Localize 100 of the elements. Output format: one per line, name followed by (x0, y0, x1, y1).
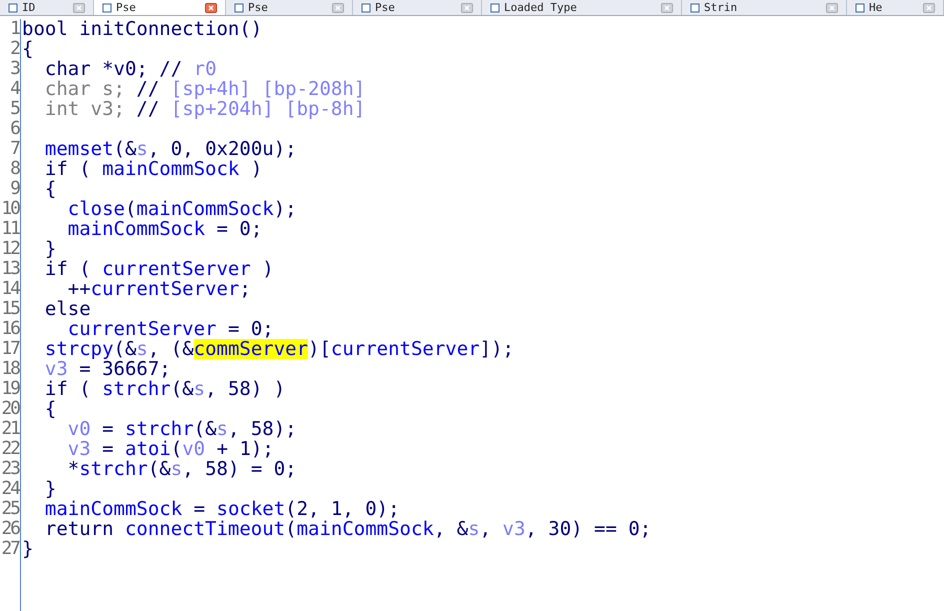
code-token: if ( (44, 259, 92, 279)
line-number: 12 (1, 239, 20, 259)
code-token: , 0, 0x200u); (148, 139, 297, 159)
tab[interactable]: Pse (94, 0, 226, 15)
code-token: , (& (148, 339, 194, 359)
close-icon[interactable] (923, 2, 935, 12)
line-number: 22 (1, 439, 20, 459)
close-icon[interactable] (205, 2, 217, 12)
line-number: 8 (10, 159, 20, 179)
code-token: + 1); (216, 439, 274, 459)
code-token: ]); (480, 339, 514, 359)
line-number: 16 (1, 319, 20, 339)
code-token: connectTimeout (124, 519, 286, 539)
code-token: s (136, 339, 148, 359)
code-token: } (22, 539, 34, 559)
code-token: )[ (308, 339, 331, 359)
code-token: * (68, 459, 80, 479)
code-token: [sp+204h] [bp-8h] (170, 99, 366, 119)
code-token: if ( (44, 159, 92, 179)
line-number: 5 (10, 99, 20, 119)
code-token: } (44, 239, 56, 259)
code-token: s (136, 139, 148, 159)
tab-label: Strin (704, 2, 738, 13)
code-token: currentServer (68, 319, 216, 339)
line-number: 27 (1, 539, 20, 559)
line-number: 26 (1, 519, 20, 539)
code-token: s (194, 379, 206, 399)
line-number: 20 (1, 399, 20, 419)
line-number: 10 (1, 199, 20, 219)
highlighted-identifier: commServer (194, 339, 308, 359)
line-number: 9 (10, 179, 20, 199)
code-token: s (170, 459, 182, 479)
code-token: ) (262, 259, 274, 279)
document-icon (361, 2, 371, 12)
code-token: v0 (68, 419, 91, 439)
code-token: close (68, 199, 125, 219)
close-icon[interactable] (73, 2, 85, 12)
code-token: , (480, 519, 492, 539)
code-token: currentServer (90, 279, 240, 299)
line-number: 3 (10, 59, 20, 79)
code-token: mainCommSock (136, 199, 274, 219)
code-token: strchr (79, 459, 148, 479)
code-token: , 30) == 0; (525, 519, 652, 539)
code-token: , 58) ) (205, 379, 286, 399)
line-number: 4 (10, 79, 20, 99)
code-token: , & (434, 519, 468, 539)
line-number: 17 (1, 339, 20, 359)
code-token: else (44, 299, 91, 319)
line-number: 14 (1, 279, 20, 299)
code-token: currentServer (102, 259, 251, 279)
code-token: ; (239, 279, 251, 299)
code-token: (& (194, 419, 217, 439)
code-token: mainCommSock (102, 159, 240, 179)
code-token: (& (114, 139, 136, 159)
tab-label: ID (22, 2, 36, 13)
line-number: 25 (1, 499, 20, 519)
code-token: { (22, 39, 34, 59)
close-icon[interactable] (332, 2, 344, 12)
close-icon[interactable] (826, 2, 838, 12)
code-token: memset (44, 139, 114, 159)
code-token: s (468, 519, 480, 539)
line-number: 18 (1, 359, 20, 379)
document-icon (490, 2, 500, 12)
line-number: 7 (10, 139, 20, 159)
code-token: = 36667; (79, 359, 171, 379)
code-token: v0 (182, 439, 206, 459)
document-icon (8, 2, 18, 12)
code-token: = 0; (216, 219, 262, 239)
document-icon (855, 2, 865, 12)
code-token: ( (285, 519, 297, 539)
line-number: 19 (1, 379, 20, 399)
document-icon (690, 2, 700, 12)
code-token: ++ (68, 279, 91, 299)
close-icon[interactable] (461, 2, 473, 12)
code-token: (& (170, 379, 194, 399)
code-token: return (44, 519, 115, 539)
code-token: ) (250, 159, 262, 179)
code-token: strchr (125, 419, 194, 439)
code-token: ( (124, 199, 136, 219)
tab-label: He (869, 2, 884, 13)
close-icon[interactable] (661, 2, 673, 12)
tab-label: Pse (375, 2, 396, 13)
code-token: ( (170, 439, 182, 459)
code-token: , 58) = 0; (182, 459, 297, 479)
line-number: 11 (1, 219, 20, 239)
code-token: { (44, 179, 56, 199)
code-token: [sp+4h] [bp-208h] (170, 79, 366, 99)
code-token: if ( (44, 379, 92, 399)
line-number: 2 (10, 39, 20, 59)
code-token: bool initConnection() (22, 19, 262, 39)
line-number: 1 (10, 19, 20, 39)
tab-label: Loaded Type (504, 2, 578, 13)
code-token: // (136, 79, 160, 99)
code-token: socket (216, 499, 286, 519)
code-token: s (216, 419, 228, 439)
code-token: , 58); (228, 419, 297, 439)
code-token: v3 (502, 519, 526, 539)
code-token: mainCommSock (68, 219, 206, 239)
code-token: } (44, 479, 56, 499)
document-icon (102, 2, 112, 12)
